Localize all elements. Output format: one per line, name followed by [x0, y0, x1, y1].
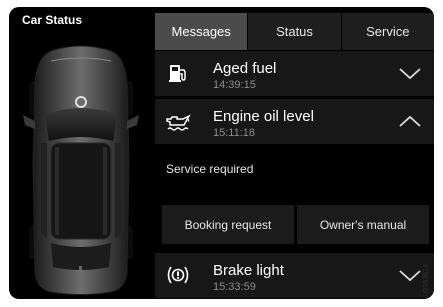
message-title: Brake light [213, 262, 284, 279]
car-status-screen: Car Status Messages Status Service Aged … [9, 7, 434, 299]
tab-status[interactable]: Status [248, 13, 342, 50]
tab-bar: Messages Status Service [155, 13, 434, 50]
app-title: Car Status [22, 13, 83, 27]
oil-can-icon [166, 114, 191, 131]
message-list: Aged fuel 14:39:15 Engine oil level 15:1… [155, 51, 434, 299]
owners-manual-button[interactable]: Owner's manual [297, 205, 429, 244]
booking-request-button[interactable]: Booking request [162, 205, 294, 244]
message-time: 15:11:18 [213, 127, 256, 139]
message-engine-oil-level[interactable]: Engine oil level 15:11:18 [155, 99, 434, 144]
tab-service[interactable]: Service [341, 13, 434, 50]
car-top-view-image [23, 45, 139, 295]
message-aged-fuel[interactable]: Aged fuel 14:39:15 [155, 51, 434, 96]
fuel-pump-icon [169, 65, 186, 82]
brake-warning-icon [167, 266, 189, 284]
message-detail-text: Service required [166, 162, 254, 176]
message-actions: Booking request Owner's manual [162, 205, 429, 244]
message-title: Engine oil level [213, 108, 314, 125]
car-top-view [21, 43, 141, 295]
chevron-down-icon[interactable] [398, 267, 422, 283]
chevron-down-icon[interactable] [398, 65, 422, 81]
tab-messages[interactable]: Messages [155, 13, 249, 50]
message-time: 14:39:15 [213, 79, 256, 91]
car-panel: Car Status [9, 7, 155, 299]
message-time: 15:33:59 [213, 281, 256, 293]
chevron-up-icon[interactable] [398, 113, 422, 129]
message-brake-light[interactable]: Brake light 15:33:59 [155, 253, 434, 298]
figure-code: G053619 [423, 264, 430, 293]
message-title: Aged fuel [213, 60, 277, 77]
